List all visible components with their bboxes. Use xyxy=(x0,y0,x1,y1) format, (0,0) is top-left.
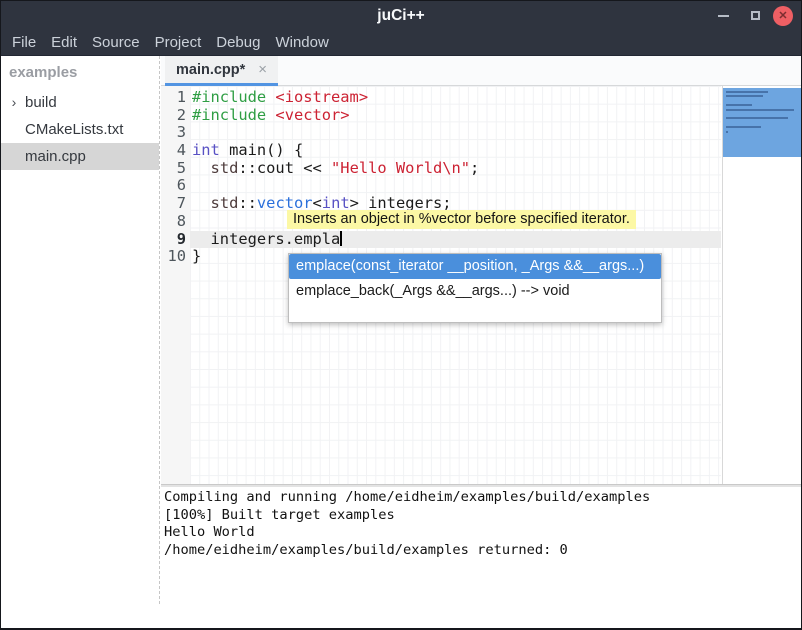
tab-close-icon[interactable]: × xyxy=(258,62,267,77)
expander-icon[interactable]: › xyxy=(7,89,21,116)
menu-edit[interactable]: Edit xyxy=(51,31,77,55)
file-tree-item-cmakelists-txt[interactable]: CMakeLists.txt xyxy=(1,116,159,143)
minimap-line xyxy=(726,95,763,97)
line-number: 9 xyxy=(161,231,190,249)
code-token: #include xyxy=(192,106,266,124)
build-output-panel[interactable]: Compiling and running /home/eidheim/exam… xyxy=(161,487,802,604)
menu-window[interactable]: Window xyxy=(275,31,328,55)
menu-project[interactable]: Project xyxy=(155,31,202,55)
file-tree-item-build[interactable]: ›build xyxy=(1,89,159,116)
line-number: 7 xyxy=(161,195,190,213)
completion-item[interactable]: emplace(const_iterator __position, _Args… xyxy=(289,254,661,279)
output-line: [100%] Built target examples xyxy=(164,507,802,525)
code-token: integers.empla xyxy=(192,230,340,248)
file-tree-item-label: build xyxy=(25,89,57,116)
line-number: 2 xyxy=(161,107,190,125)
code-line-2[interactable]: #include <vector> xyxy=(190,107,721,125)
menu-debug[interactable]: Debug xyxy=(216,31,260,55)
minimap-line xyxy=(726,117,788,119)
line-number: 3 xyxy=(161,124,190,142)
minimap-line xyxy=(726,109,794,111)
code-token xyxy=(192,194,211,212)
project-name: examples xyxy=(1,56,159,89)
line-number: 1 xyxy=(161,89,190,107)
window-title: juCi++ xyxy=(1,1,801,31)
code-line-6[interactable] xyxy=(190,177,721,195)
minimap-line xyxy=(726,104,752,106)
file-tree-item-label: main.cpp xyxy=(25,143,86,170)
code-token: "Hello World\n" xyxy=(331,159,470,177)
output-line: /home/eidheim/examples/build/examples re… xyxy=(164,542,802,560)
code-line-4[interactable]: int main() { xyxy=(190,142,721,160)
code-token: } xyxy=(192,247,201,265)
code-token: std xyxy=(211,159,239,177)
juci-window: juCi++ ✕ File Edit Source Project Debug Windo… xyxy=(0,0,802,630)
minimap[interactable] xyxy=(722,86,802,484)
close-button[interactable]: ✕ xyxy=(773,6,793,26)
code-token: int xyxy=(192,141,220,159)
menu-source[interactable]: Source xyxy=(92,31,140,55)
code-line-9[interactable]: integers.empla xyxy=(190,231,721,249)
code-token: ; xyxy=(470,159,479,177)
line-number: 4 xyxy=(161,142,190,160)
tab-main-cpp[interactable]: main.cpp* × xyxy=(165,56,278,86)
maximize-button[interactable] xyxy=(751,11,760,20)
file-tree: ›buildCMakeLists.txtmain.cpp xyxy=(1,89,159,170)
main-area: main.cpp* × 12345678910 #include <iostre… xyxy=(161,56,802,604)
doc-tooltip: Inserts an object in %vector before spec… xyxy=(287,210,636,229)
line-number-gutter: 12345678910 xyxy=(161,86,190,484)
file-tree-item-label: CMakeLists.txt xyxy=(25,116,123,143)
minimap-line xyxy=(726,131,728,133)
code-token: std xyxy=(211,194,239,212)
statusbar-wrap: ~/examples/main.cpp 9:17 xyxy=(1,604,801,629)
menubar: File Edit Source Project Debug Window xyxy=(1,31,801,56)
minimap-line xyxy=(726,91,768,93)
tab-bar: main.cpp* × xyxy=(161,56,802,86)
minimap-slider[interactable] xyxy=(723,88,802,157)
code-token: #include xyxy=(192,88,266,106)
file-tree-panel[interactable]: examples ›buildCMakeLists.txtmain.cpp xyxy=(1,56,160,604)
minimap-line xyxy=(726,126,761,128)
text-cursor xyxy=(340,231,342,246)
completion-item[interactable]: emplace_back(_Args &&__args...) --> void xyxy=(289,279,661,304)
menu-file[interactable]: File xyxy=(12,31,36,55)
line-number: 6 xyxy=(161,177,190,195)
line-number: 5 xyxy=(161,160,190,178)
output-line: Hello World xyxy=(164,524,802,542)
code-token: <vector> xyxy=(275,106,349,124)
minimize-button[interactable] xyxy=(718,15,729,17)
code-token: main() { xyxy=(220,141,303,159)
code-token: <iostream> xyxy=(275,88,368,106)
code-token xyxy=(192,159,211,177)
titlebar[interactable]: juCi++ ✕ xyxy=(1,1,801,31)
tab-label: main.cpp* xyxy=(176,62,245,78)
line-number: 10 xyxy=(161,248,190,266)
completion-popup: emplace(const_iterator __position, _Args… xyxy=(288,253,662,323)
code-line-1[interactable]: #include <iostream> xyxy=(190,89,721,107)
code-token: :: xyxy=(238,194,257,212)
file-tree-item-main-cpp[interactable]: main.cpp xyxy=(1,143,159,170)
code-token: ::cout << xyxy=(238,159,331,177)
output-line: Compiling and running /home/eidheim/exam… xyxy=(164,489,802,507)
code-line-3[interactable] xyxy=(190,124,721,142)
line-number: 8 xyxy=(161,213,190,231)
code-editor[interactable]: 12345678910 #include <iostream>#include … xyxy=(161,86,802,484)
code-line-5[interactable]: std::cout << "Hello World\n"; xyxy=(190,160,721,178)
